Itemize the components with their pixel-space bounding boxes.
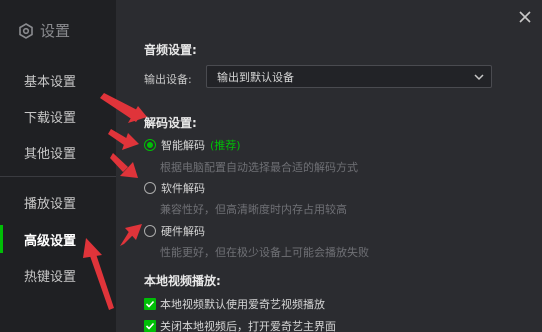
hardware-decode-desc: 性能更好，但在极少设备上可能会播放失败: [160, 246, 369, 259]
radio-hardware-decode[interactable]: 硬件解码: [144, 223, 205, 239]
checkbox-open-main-label: 关闭本地视频后，打开爱奇艺主界面: [160, 320, 336, 332]
chevron-down-icon: [473, 71, 485, 86]
sidebar-item-advanced[interactable]: 高级设置: [0, 221, 116, 257]
radio-unselected-icon: [144, 225, 156, 237]
local-section-title: 本地视频播放:: [144, 274, 221, 288]
radio-hardware-decode-label: 硬件解码: [161, 225, 205, 238]
close-button[interactable]: [514, 6, 536, 28]
checkbox-local-default[interactable]: 本地视频默认使用爱奇艺视频播放: [144, 296, 325, 312]
close-icon: [519, 8, 531, 27]
sidebar-item-other[interactable]: 其他设置: [0, 134, 116, 170]
window-title-label: 设置: [40, 22, 71, 40]
output-device-label: 输出设备:: [144, 73, 192, 86]
checkbox-checked-icon: [144, 320, 156, 332]
decode-section-title: 解码设置:: [144, 116, 197, 130]
smart-decode-desc: 根据电脑配置自动选择最合适的解码方式: [160, 161, 358, 174]
radio-smart-decode-label: 智能解码: [161, 139, 205, 152]
checkbox-local-default-label: 本地视频默认使用爱奇艺视频播放: [160, 298, 325, 311]
sidebar-item-download[interactable]: 下载设置: [0, 98, 116, 134]
sidebar-divider: [0, 176, 116, 177]
radio-software-decode[interactable]: 软件解码: [144, 180, 205, 196]
software-decode-desc: 兼容性好，但高清晰度时内存占用较高: [160, 203, 347, 216]
audio-section-title: 音频设置:: [144, 43, 197, 57]
radio-software-decode-label: 软件解码: [161, 182, 205, 195]
window-title: 设置: [18, 20, 70, 41]
gear-icon: [18, 22, 34, 39]
annotation-arrow: [120, 224, 142, 246]
checkbox-checked-icon: [144, 298, 156, 310]
checkbox-open-main[interactable]: 关闭本地视频后，打开爱奇艺主界面: [144, 318, 336, 332]
sidebar-item-basic[interactable]: 基本设置: [0, 62, 116, 98]
recommend-badge: (推荐): [210, 139, 241, 152]
output-device-value: 输出到默认设备: [217, 70, 294, 84]
sidebar: 设置 基本设置 下载设置 其他设置 播放设置 高级设置 热键设置: [0, 0, 116, 332]
radio-selected-icon: [144, 139, 156, 151]
sidebar-item-hotkey[interactable]: 热键设置: [0, 257, 116, 293]
sidebar-item-playback[interactable]: 播放设置: [0, 184, 116, 220]
output-device-select[interactable]: 输出到默认设备: [206, 65, 492, 88]
radio-unselected-icon: [144, 182, 156, 194]
radio-smart-decode[interactable]: 智能解码 (推荐): [144, 137, 241, 153]
